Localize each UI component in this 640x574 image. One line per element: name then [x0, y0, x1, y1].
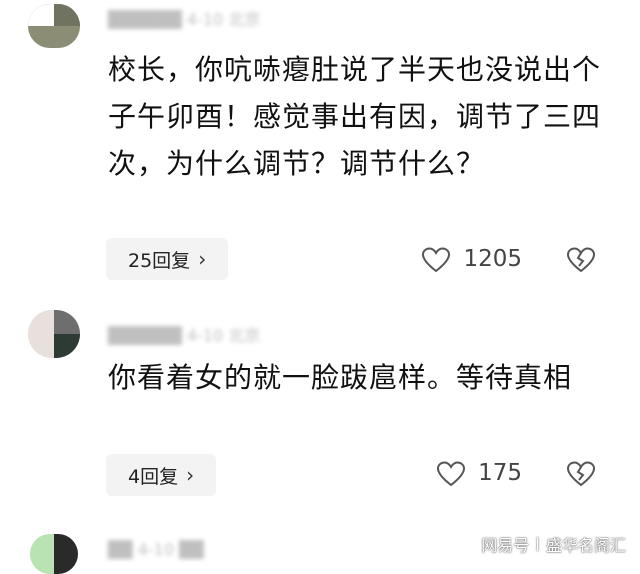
user-meta: ██████ 4-10 北京	[108, 10, 261, 29]
watermark-account: 盛华名阁汇	[545, 536, 626, 555]
like-button[interactable]: 1205	[421, 238, 522, 280]
broken-heart-icon	[566, 460, 596, 486]
comment-text: 校长，你吭哧瘪肚说了半天也没说出个子午卯酉！感觉事出有因，调节了三四次，为什么调…	[108, 53, 602, 180]
avatar[interactable]	[30, 534, 78, 574]
replies-count: 4回复	[128, 465, 179, 488]
avatar[interactable]	[28, 4, 80, 48]
avatar[interactable]	[28, 310, 80, 358]
replies-button[interactable]: 4回复 ›	[106, 454, 217, 496]
comment-text: 你看着女的就一脸跋扈样。等待真相	[108, 361, 573, 394]
watermark: 网易号 | 盛华名阁汇	[481, 532, 626, 556]
replies-button[interactable]: 25回复 ›	[106, 238, 229, 280]
user-meta: ██████ 4-10 北京	[108, 326, 261, 345]
user-meta: ██ 4-10 ██	[108, 540, 204, 559]
heart-outline-icon	[422, 246, 451, 272]
chevron-right-icon: ›	[186, 463, 195, 487]
watermark-brand: 网易号	[481, 536, 530, 555]
replies-count: 25回复	[128, 249, 191, 272]
dislike-button[interactable]	[566, 452, 596, 494]
dislike-button[interactable]	[566, 238, 596, 280]
chevron-right-icon: ›	[198, 247, 207, 271]
broken-heart-icon	[566, 246, 596, 272]
heart-outline-icon	[437, 460, 466, 486]
like-count: 1205	[463, 246, 522, 272]
watermark-separator: |	[535, 536, 540, 552]
like-count: 175	[478, 460, 522, 486]
like-button[interactable]: 175	[436, 452, 522, 494]
